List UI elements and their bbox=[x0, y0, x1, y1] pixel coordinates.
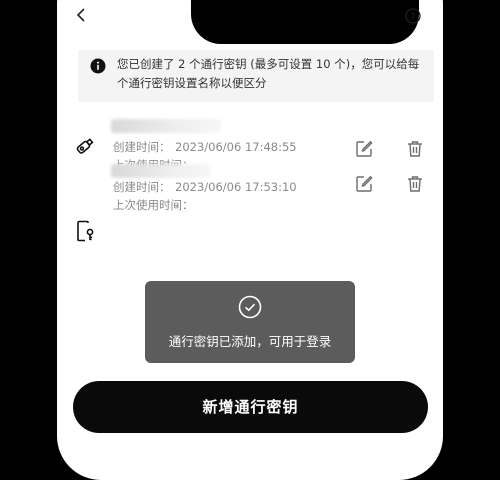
created-time-value: 2023/06/06 17:53:10 bbox=[175, 180, 297, 194]
add-passkey-button[interactable]: 新增通行密钥 bbox=[73, 381, 428, 433]
passkey-name-redacted bbox=[111, 119, 221, 133]
info-text: 您已创建了 2 个通行密钥 (最多可设置 10 个)，您可以给每 个通行密钥设置… bbox=[117, 55, 429, 93]
created-time-label: 创建时间： bbox=[113, 180, 171, 194]
edit-icon[interactable] bbox=[355, 140, 373, 158]
passkey-item: 创建时间： 2023/06/06 17:53:10 上次使用时间：- bbox=[57, 164, 443, 270]
help-icon[interactable]: ? bbox=[405, 8, 421, 24]
passkey-name-redacted bbox=[111, 164, 211, 178]
usb-key-icon bbox=[74, 135, 96, 157]
delete-icon[interactable] bbox=[406, 175, 424, 193]
back-icon[interactable] bbox=[74, 8, 88, 22]
created-time-value: 2023/06/06 17:48:55 bbox=[175, 140, 297, 154]
device-key-icon bbox=[74, 220, 96, 242]
info-icon bbox=[90, 58, 106, 74]
created-time-label: 创建时间： bbox=[113, 140, 171, 154]
edit-icon[interactable] bbox=[355, 175, 373, 193]
info-text-line-2: 个通行密钥设置名称以便区分 bbox=[117, 76, 267, 90]
phone-notch bbox=[191, 0, 419, 44]
delete-icon[interactable] bbox=[406, 140, 424, 158]
toast-message: 通行密钥已添加，可用于登录 bbox=[168, 334, 332, 349]
svg-text:?: ? bbox=[410, 12, 415, 23]
last-used-label: 上次使用时间： bbox=[113, 198, 194, 212]
success-toast: 通行密钥已添加，可用于登录 bbox=[145, 281, 355, 363]
info-banner: 您已创建了 2 个通行密钥 (最多可设置 10 个)，您可以给每 个通行密钥设置… bbox=[78, 50, 434, 102]
last-used-value: - bbox=[175, 198, 180, 212]
info-text-line-1: 您已创建了 2 个通行密钥 (最多可设置 10 个)，您可以给每 bbox=[117, 57, 420, 71]
created-time: 创建时间： 2023/06/06 17:48:55 bbox=[113, 139, 297, 155]
check-circle-icon bbox=[238, 295, 262, 319]
created-time: 创建时间： 2023/06/06 17:53:10 bbox=[113, 179, 297, 195]
last-used-time: 上次使用时间：- bbox=[113, 197, 194, 213]
